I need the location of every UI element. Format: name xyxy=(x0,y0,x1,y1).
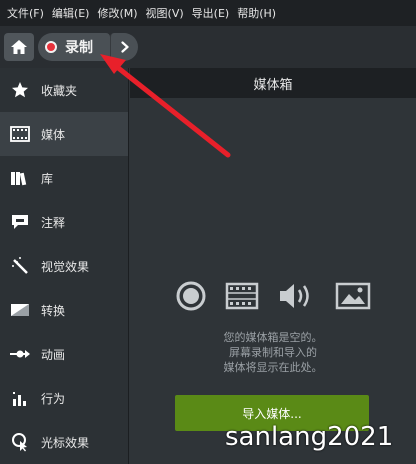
film-icon xyxy=(9,123,31,145)
toolbar: 录制 xyxy=(0,26,416,68)
home-icon xyxy=(11,40,27,54)
menu-export[interactable]: 导出(E) xyxy=(185,5,230,21)
menu-edit[interactable]: 编辑(E) xyxy=(45,5,90,21)
home-button[interactable] xyxy=(4,33,34,61)
star-icon xyxy=(9,79,31,101)
sidebar-item-media[interactable]: 媒体 xyxy=(0,112,128,156)
panel-title: 媒体箱 xyxy=(130,68,416,98)
media-type-icons xyxy=(175,280,375,314)
menu-view[interactable]: 视图(V) xyxy=(139,5,184,21)
cursor-icon xyxy=(9,431,31,453)
transition-icon xyxy=(9,299,31,321)
sidebar-item-label: 动画 xyxy=(41,347,66,362)
sidebar-item-label: 行为 xyxy=(41,391,66,406)
record-icon xyxy=(45,41,57,53)
sidebar-item-label: 视觉效果 xyxy=(41,259,90,274)
empty-message-line: 屏幕录制和导入的 xyxy=(229,346,317,359)
image-icon xyxy=(335,282,371,310)
sidebar-item-annotations[interactable]: 注释 xyxy=(0,200,128,244)
sidebar-item-animations[interactable]: 动画 xyxy=(0,332,128,376)
animation-icon xyxy=(9,343,31,365)
sidebar-item-cursor-effects[interactable]: 光标效果 xyxy=(0,420,128,464)
menu-modify[interactable]: 修改(M) xyxy=(90,5,137,21)
behavior-icon xyxy=(9,387,31,409)
speaker-icon xyxy=(280,284,309,308)
sidebar-item-library[interactable]: 库 xyxy=(0,156,128,200)
sidebar-item-visual-effects[interactable]: 视觉效果 xyxy=(0,244,128,288)
empty-message: 您的媒体箱是空的。 屏幕录制和导入的 媒体将显示在此处。 xyxy=(130,330,416,375)
record-circle-icon xyxy=(176,281,206,311)
more-button[interactable] xyxy=(110,33,138,61)
sidebar-item-label: 库 xyxy=(41,171,54,186)
film-strip-icon xyxy=(225,282,259,310)
empty-message-line: 您的媒体箱是空的。 xyxy=(223,331,323,344)
chevron-right-icon xyxy=(120,41,129,53)
annotation-icon xyxy=(9,211,31,233)
sidebar-item-label: 光标效果 xyxy=(41,435,90,450)
library-icon xyxy=(9,167,31,189)
sidebar-item-transitions[interactable]: 转换 xyxy=(0,288,128,332)
sidebar-item-behaviors[interactable]: 行为 xyxy=(0,376,128,420)
menu-bar: 文件(F) 编辑(E) 修改(M) 视图(V) 导出(E) 帮助(H) xyxy=(0,0,416,26)
sidebar: 收藏夹 媒体 库 注释 视觉效果 转换 动画 行为 光标效果 xyxy=(0,68,129,464)
menu-help[interactable]: 帮助(H) xyxy=(230,5,276,21)
magic-wand-icon xyxy=(9,255,31,277)
record-label: 录制 xyxy=(65,40,93,56)
sidebar-item-label: 注释 xyxy=(41,215,66,230)
record-button[interactable]: 录制 xyxy=(38,33,110,61)
empty-message-line: 媒体将显示在此处。 xyxy=(223,361,323,374)
media-bin-panel: 媒体箱 您的媒体箱是空的。 屏幕录制和导入的 媒体将显示在此处。 导入媒体... xyxy=(130,68,416,464)
watermark: sanlang2021 xyxy=(225,422,394,452)
menu-file[interactable]: 文件(F) xyxy=(0,5,44,21)
sidebar-item-label: 收藏夹 xyxy=(41,83,78,98)
sidebar-item-label: 媒体 xyxy=(41,127,66,142)
sidebar-item-favorites[interactable]: 收藏夹 xyxy=(0,68,128,112)
sidebar-item-label: 转换 xyxy=(41,303,66,318)
